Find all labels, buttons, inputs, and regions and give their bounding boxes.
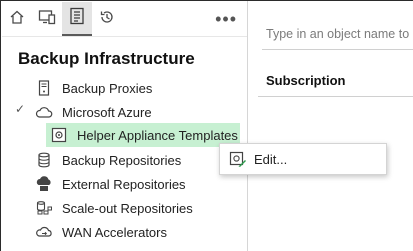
inventory-list-button[interactable] bbox=[62, 2, 92, 36]
wan-accelerator-icon bbox=[35, 223, 53, 241]
tree-item-label: Helper Appliance Templates bbox=[77, 127, 238, 143]
tree-item-label: Backup Repositories bbox=[62, 152, 182, 168]
tree-item-label: Microsoft Azure bbox=[62, 104, 152, 120]
history-icon bbox=[99, 9, 115, 30]
tree-item-backup-proxies[interactable]: Backup Proxies bbox=[35, 76, 152, 100]
edit-template-icon bbox=[229, 150, 247, 168]
tree-item-wan-accelerators[interactable]: WAN Accelerators bbox=[35, 220, 167, 244]
tree-item-label: External Repositories bbox=[62, 176, 186, 192]
content-panel: Type in an object name to se Subscriptio… bbox=[248, 1, 413, 251]
home-button[interactable] bbox=[2, 2, 32, 36]
application-window: ••• Backup Infrastructure Backup Proxies… bbox=[0, 0, 413, 251]
navigation-panel: ••• Backup Infrastructure Backup Proxies… bbox=[1, 1, 247, 251]
tree-item-label: Backup Proxies bbox=[62, 80, 153, 96]
column-header-subscription[interactable]: Subscription bbox=[266, 73, 345, 88]
tree-item-label: WAN Accelerators bbox=[62, 224, 167, 240]
expand-toggle[interactable]: ✓ bbox=[15, 102, 25, 116]
tree-item-helper-appliance-templates[interactable]: Helper Appliance Templates bbox=[46, 123, 240, 147]
appliance-template-icon bbox=[50, 126, 68, 144]
backup-proxy-icon bbox=[35, 79, 53, 97]
inventory-list-icon bbox=[69, 7, 85, 30]
computer-icon bbox=[38, 9, 56, 30]
more-options-button[interactable]: ••• bbox=[215, 10, 237, 28]
navigation-toolbar: ••• bbox=[2, 2, 247, 36]
history-button[interactable] bbox=[92, 2, 122, 36]
tree-item-microsoft-azure[interactable]: Microsoft Azure bbox=[35, 100, 152, 124]
tree-item-backup-repositories[interactable]: Backup Repositories bbox=[35, 148, 181, 172]
context-menu-item-edit[interactable]: Edit... bbox=[254, 152, 287, 167]
scale-out-repository-icon bbox=[35, 199, 53, 217]
tree-item-scale-out-repositories[interactable]: Scale-out Repositories bbox=[35, 196, 193, 220]
column-header-divider bbox=[258, 96, 413, 97]
home-icon bbox=[9, 9, 25, 30]
tree-item-external-repositories[interactable]: External Repositories bbox=[35, 172, 186, 196]
database-icon bbox=[35, 151, 53, 169]
cloud-icon bbox=[35, 103, 53, 121]
search-underline bbox=[262, 49, 413, 50]
search-input[interactable]: Type in an object name to se bbox=[266, 27, 413, 41]
computer-button[interactable] bbox=[32, 2, 62, 36]
tree-item-label: Scale-out Repositories bbox=[62, 200, 193, 216]
external-repository-icon bbox=[35, 175, 53, 193]
toolbar-divider bbox=[2, 36, 247, 37]
context-menu: Edit... bbox=[219, 143, 387, 175]
panel-title: Backup Infrastructure bbox=[18, 49, 195, 68]
